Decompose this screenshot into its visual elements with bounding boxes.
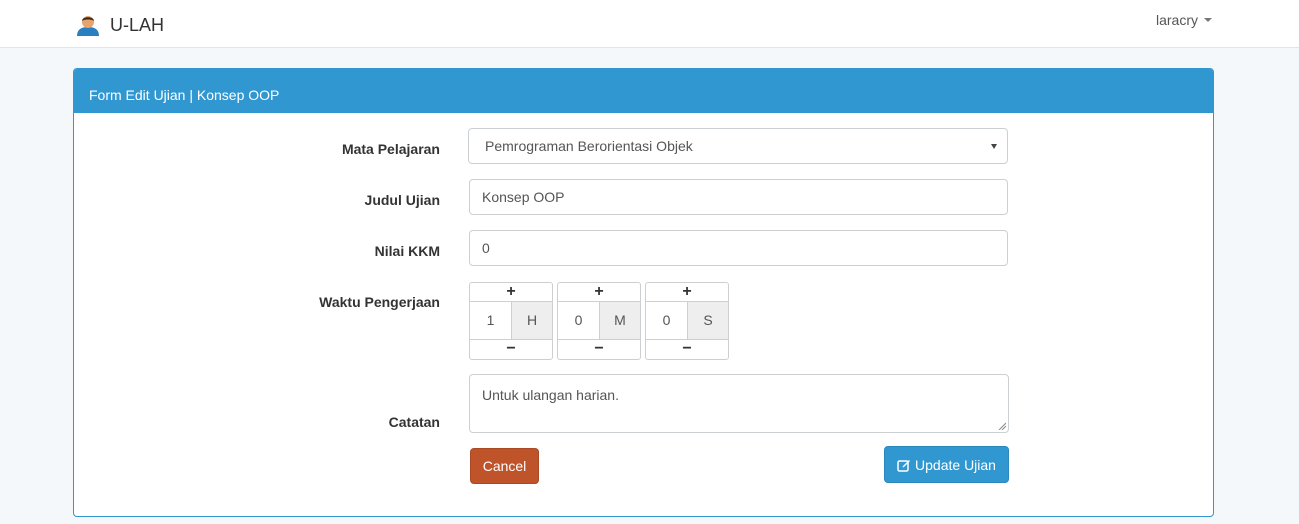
minutes-increment-button[interactable]: + <box>558 283 640 302</box>
notes-label: Catatan <box>388 414 440 430</box>
kkm-label: Nilai KKM <box>374 243 440 259</box>
brand-name: U-LAH <box>110 14 165 35</box>
exam-title-input[interactable]: Konsep OOP <box>469 179 1008 215</box>
seconds-increment-button[interactable]: + <box>646 283 728 302</box>
subject-select[interactable]: Pemrograman Berorientasi Objek <box>468 128 1008 164</box>
minutes-decrement-button[interactable]: − <box>558 339 640 358</box>
dropdown-arrow-icon <box>991 144 997 149</box>
hours-increment-button[interactable]: + <box>470 283 552 302</box>
edit-icon <box>897 459 911 472</box>
kkm-value: 0 <box>482 240 490 256</box>
seconds-spinner: + 0 S − <box>645 282 729 360</box>
seconds-decrement-button[interactable]: − <box>646 339 728 358</box>
brand-link[interactable]: U-LAH <box>75 14 164 36</box>
hours-spinner: + 1 H − <box>469 282 553 360</box>
update-exam-button[interactable]: Update Ujian <box>884 446 1009 483</box>
update-exam-label: Update Ujian <box>915 456 996 473</box>
exam-title-value: Konsep OOP <box>482 189 565 205</box>
caret-down-icon <box>1204 18 1213 22</box>
exam-title-label: Judul Ujian <box>364 192 440 208</box>
seconds-unit: S <box>687 302 728 339</box>
cancel-button[interactable]: Cancel <box>470 448 539 484</box>
subject-label: Mata Pelajaran <box>341 141 440 157</box>
kkm-input[interactable]: 0 <box>469 230 1008 266</box>
panel-title: Form Edit Ujian | Konsep OOP <box>74 69 1213 113</box>
minutes-spinner: + 0 M − <box>557 282 641 360</box>
minutes-value[interactable]: 0 <box>558 302 599 339</box>
duration-label: Waktu Pengerjaan <box>319 294 440 310</box>
top-navbar: U-LAH laracry <box>0 0 1299 48</box>
subject-selected-value: Pemrograman Berorientasi Objek <box>485 138 693 154</box>
hours-unit: H <box>511 302 552 339</box>
seconds-value[interactable]: 0 <box>646 302 687 339</box>
resize-handle-icon[interactable] <box>998 422 1006 430</box>
user-dropdown[interactable]: laracry <box>1156 12 1213 28</box>
user-avatar-icon <box>77 16 99 36</box>
hours-decrement-button[interactable]: − <box>470 339 552 358</box>
notes-textarea[interactable]: Untuk ulangan harian. <box>469 374 1009 433</box>
hours-value[interactable]: 1 <box>470 302 511 339</box>
notes-value: Untuk ulangan harian. <box>482 387 619 403</box>
minutes-unit: M <box>599 302 640 339</box>
username: laracry <box>1156 12 1199 28</box>
